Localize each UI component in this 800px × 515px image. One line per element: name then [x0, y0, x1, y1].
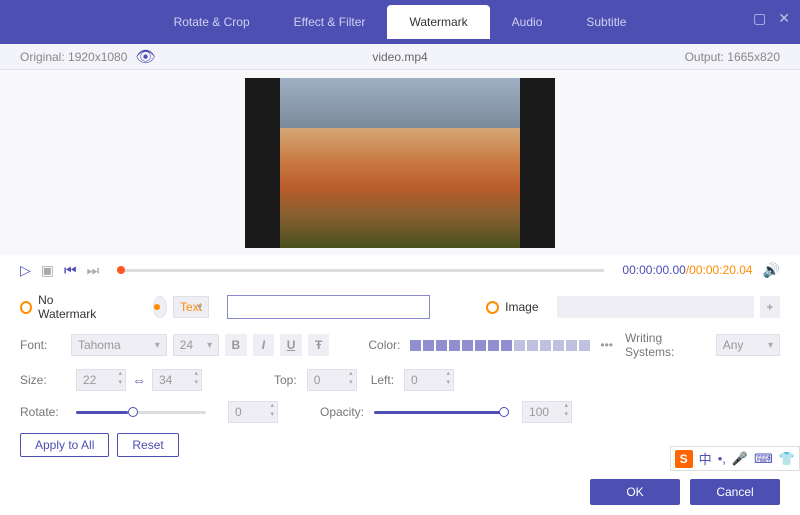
- ime-logo-icon[interactable]: S: [675, 450, 693, 468]
- height-input[interactable]: 34: [152, 369, 202, 391]
- opacity-input[interactable]: 100: [522, 401, 572, 423]
- info-bar: Original: 1920x1080 👁 video.mp4 Output: …: [0, 44, 800, 70]
- tab-audio[interactable]: Audio: [490, 5, 565, 39]
- font-family-select[interactable]: Tahoma: [71, 334, 167, 356]
- seek-thumb[interactable]: [117, 266, 125, 274]
- ime-punct-icon[interactable]: •,: [718, 451, 726, 466]
- size-label: Size:: [20, 373, 70, 387]
- width-input[interactable]: 22: [76, 369, 126, 391]
- font-size-select[interactable]: 24: [173, 334, 219, 356]
- top-label: Top:: [274, 373, 297, 387]
- time-total: /00:00:20.04: [686, 263, 753, 277]
- ok-button[interactable]: OK: [590, 479, 680, 505]
- opacity-label: Opacity:: [320, 405, 364, 419]
- link-dimensions-icon[interactable]: ⇔: [132, 372, 146, 388]
- tab-subtitle[interactable]: Subtitle: [564, 5, 648, 39]
- seek-track[interactable]: [117, 269, 604, 272]
- reset-button[interactable]: Reset: [117, 433, 178, 457]
- video-container: [245, 78, 555, 248]
- preview-toggle-icon[interactable]: 👁: [135, 47, 155, 67]
- add-image-button[interactable]: +: [760, 296, 780, 318]
- ime-skin-icon[interactable]: 👕: [779, 451, 795, 467]
- next-frame-icon[interactable]: ⏭: [87, 262, 100, 279]
- output-resolution: Output: 1665x820: [685, 50, 780, 64]
- font-label: Font:: [20, 338, 65, 352]
- radio-text[interactable]: Text: [153, 296, 221, 318]
- maximize-icon[interactable]: ▢: [753, 10, 766, 27]
- rotate-slider[interactable]: [76, 411, 206, 414]
- stop-icon[interactable]: ▣: [41, 262, 54, 279]
- rotate-label: Rotate:: [20, 405, 70, 419]
- left-label: Left:: [371, 373, 394, 387]
- watermark-panel: No Watermark Text Image + Font: Tahoma 2…: [0, 285, 800, 471]
- left-input[interactable]: 0: [404, 369, 454, 391]
- preview-area: [0, 70, 800, 255]
- titlebar: Rotate & Crop Effect & Filter Watermark …: [0, 0, 800, 44]
- writing-systems-select[interactable]: Any: [716, 334, 780, 356]
- cancel-button[interactable]: Cancel: [690, 479, 780, 505]
- watermark-image-input[interactable]: [557, 296, 754, 318]
- video-frame[interactable]: [280, 78, 520, 248]
- ime-lang-icon[interactable]: 中: [699, 449, 712, 468]
- color-swatches[interactable]: [410, 340, 590, 351]
- bold-button[interactable]: B: [225, 334, 247, 356]
- more-colors-icon[interactable]: •••: [600, 338, 613, 352]
- volume-icon[interactable]: 🔊: [763, 262, 780, 279]
- tab-watermark[interactable]: Watermark: [387, 5, 489, 39]
- playback-controls: ▷ ▣ ⏮ ⏭ 00:00:00.00/00:00:20.04 🔊: [0, 255, 800, 285]
- italic-button[interactable]: I: [253, 334, 275, 356]
- ime-keyboard-icon[interactable]: ⌨: [754, 451, 773, 467]
- tab-rotate-crop[interactable]: Rotate & Crop: [152, 5, 272, 39]
- watermark-text-input[interactable]: [227, 295, 430, 319]
- time-current: 00:00:00.00: [622, 263, 685, 277]
- top-input[interactable]: 0: [307, 369, 357, 391]
- radio-no-watermark[interactable]: No Watermark: [20, 293, 119, 321]
- tabs: Rotate & Crop Effect & Filter Watermark …: [152, 5, 649, 39]
- writing-systems-label: Writing Systems:: [625, 331, 706, 359]
- ime-mic-icon[interactable]: 🎤: [732, 451, 748, 467]
- radio-image[interactable]: Image: [486, 300, 550, 314]
- opacity-slider[interactable]: [374, 411, 504, 414]
- underline-button[interactable]: U: [280, 334, 302, 356]
- ime-toolbar[interactable]: S 中 •, 🎤 ⌨ 👕: [670, 446, 800, 471]
- color-label: Color:: [368, 338, 400, 352]
- original-resolution: Original: 1920x1080: [20, 50, 127, 64]
- prev-frame-icon[interactable]: ⏮: [64, 262, 77, 279]
- strikethrough-button[interactable]: Ŧ: [308, 334, 330, 356]
- play-icon[interactable]: ▷: [20, 262, 31, 279]
- tab-effect-filter[interactable]: Effect & Filter: [272, 5, 388, 39]
- rotate-input[interactable]: 0: [228, 401, 278, 423]
- close-icon[interactable]: ✕: [778, 10, 790, 27]
- filename: video.mp4: [372, 50, 427, 64]
- apply-to-all-button[interactable]: Apply to All: [20, 433, 109, 457]
